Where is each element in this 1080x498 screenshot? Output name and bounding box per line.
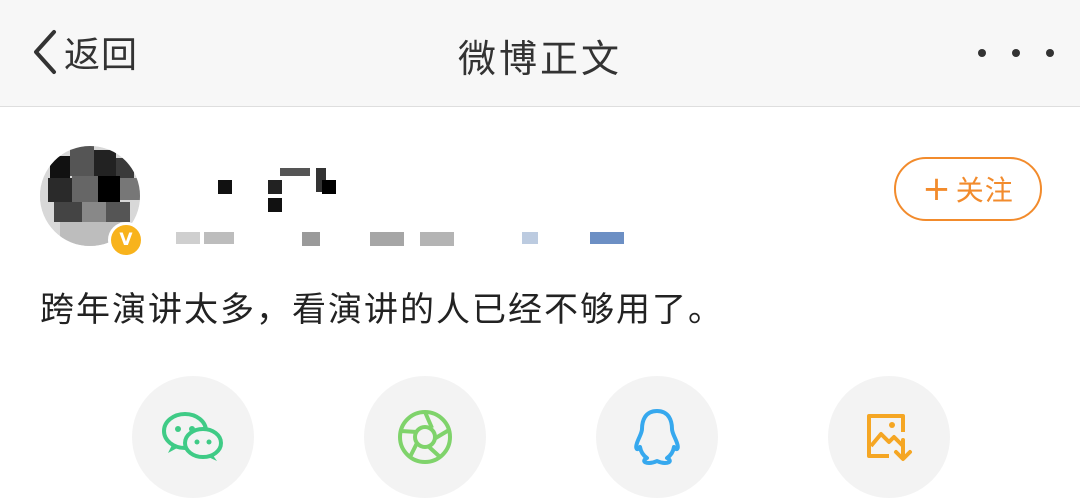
plus-icon: +	[922, 169, 952, 209]
moments-aperture-icon	[398, 410, 452, 464]
follow-label: 关注	[955, 174, 1014, 207]
more-dots-icon[interactable]	[978, 36, 1054, 70]
share-wechat-button[interactable]	[132, 376, 254, 498]
post-meta-redacted	[176, 228, 636, 250]
save-image-button[interactable]	[828, 376, 950, 498]
wechat-icon	[162, 412, 223, 461]
save-image-icon	[867, 414, 912, 461]
verified-badge-icon: V	[108, 222, 144, 258]
share-moments-button[interactable]	[364, 376, 486, 498]
top-nav-bar: 返回 微博正文	[0, 0, 1080, 107]
page-title: 微博正文	[457, 37, 622, 81]
share-qq-button[interactable]	[596, 376, 718, 498]
qq-penguin-icon	[634, 409, 680, 465]
post-text: 跨年演讲太多，看演讲的人已经不够用了。	[40, 290, 724, 330]
nickname-redacted[interactable]	[190, 158, 350, 220]
follow-button[interactable]: + 关注	[894, 157, 1042, 221]
